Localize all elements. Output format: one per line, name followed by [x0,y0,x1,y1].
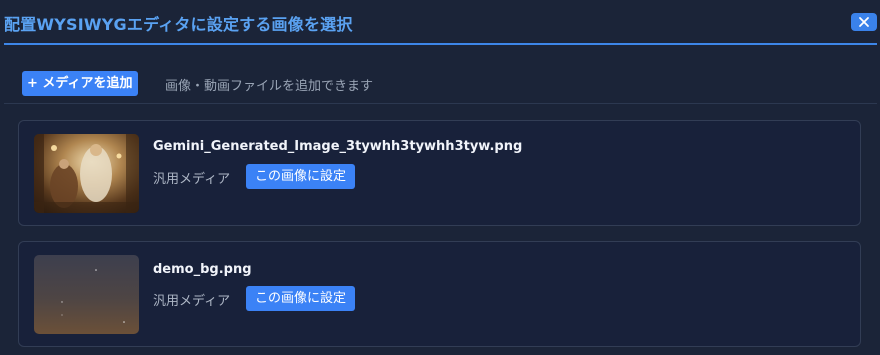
toolbar-divider [4,103,877,104]
media-toolbar: + メディアを追加 画像・動画ファイルを追加できます [0,66,880,104]
close-icon [858,13,870,32]
media-filename: demo_bg.png [153,262,252,277]
media-type-label: 汎用メディア [153,172,231,187]
add-media-button[interactable]: + メディアを追加 [22,71,138,96]
modal-title: 配置WYSIWYGエディタに設定する画像を選択 [4,15,353,34]
modal-header: 配置WYSIWYGエディタに設定する画像を選択 [0,0,880,46]
media-type-label: 汎用メディア [153,294,231,309]
set-image-button[interactable]: この画像に設定 [246,286,356,311]
media-filename: Gemini_Generated_Image_3tywhh3tywhh3tyw.… [153,139,523,154]
add-media-hint: 画像・動画ファイルを追加できます [165,79,374,94]
media-select-modal: 配置WYSIWYGエディタに設定する画像を選択 + メディアを追加 画像・動画フ… [0,0,880,355]
media-thumbnail[interactable] [34,134,139,213]
media-item: Gemini_Generated_Image_3tywhh3tywhh3tyw.… [18,120,861,226]
close-button[interactable] [851,13,877,31]
header-divider [4,43,877,45]
set-image-button[interactable]: この画像に設定 [246,164,356,189]
media-thumbnail[interactable] [34,255,139,334]
media-item: demo_bg.png 汎用メディア この画像に設定 [18,241,861,347]
